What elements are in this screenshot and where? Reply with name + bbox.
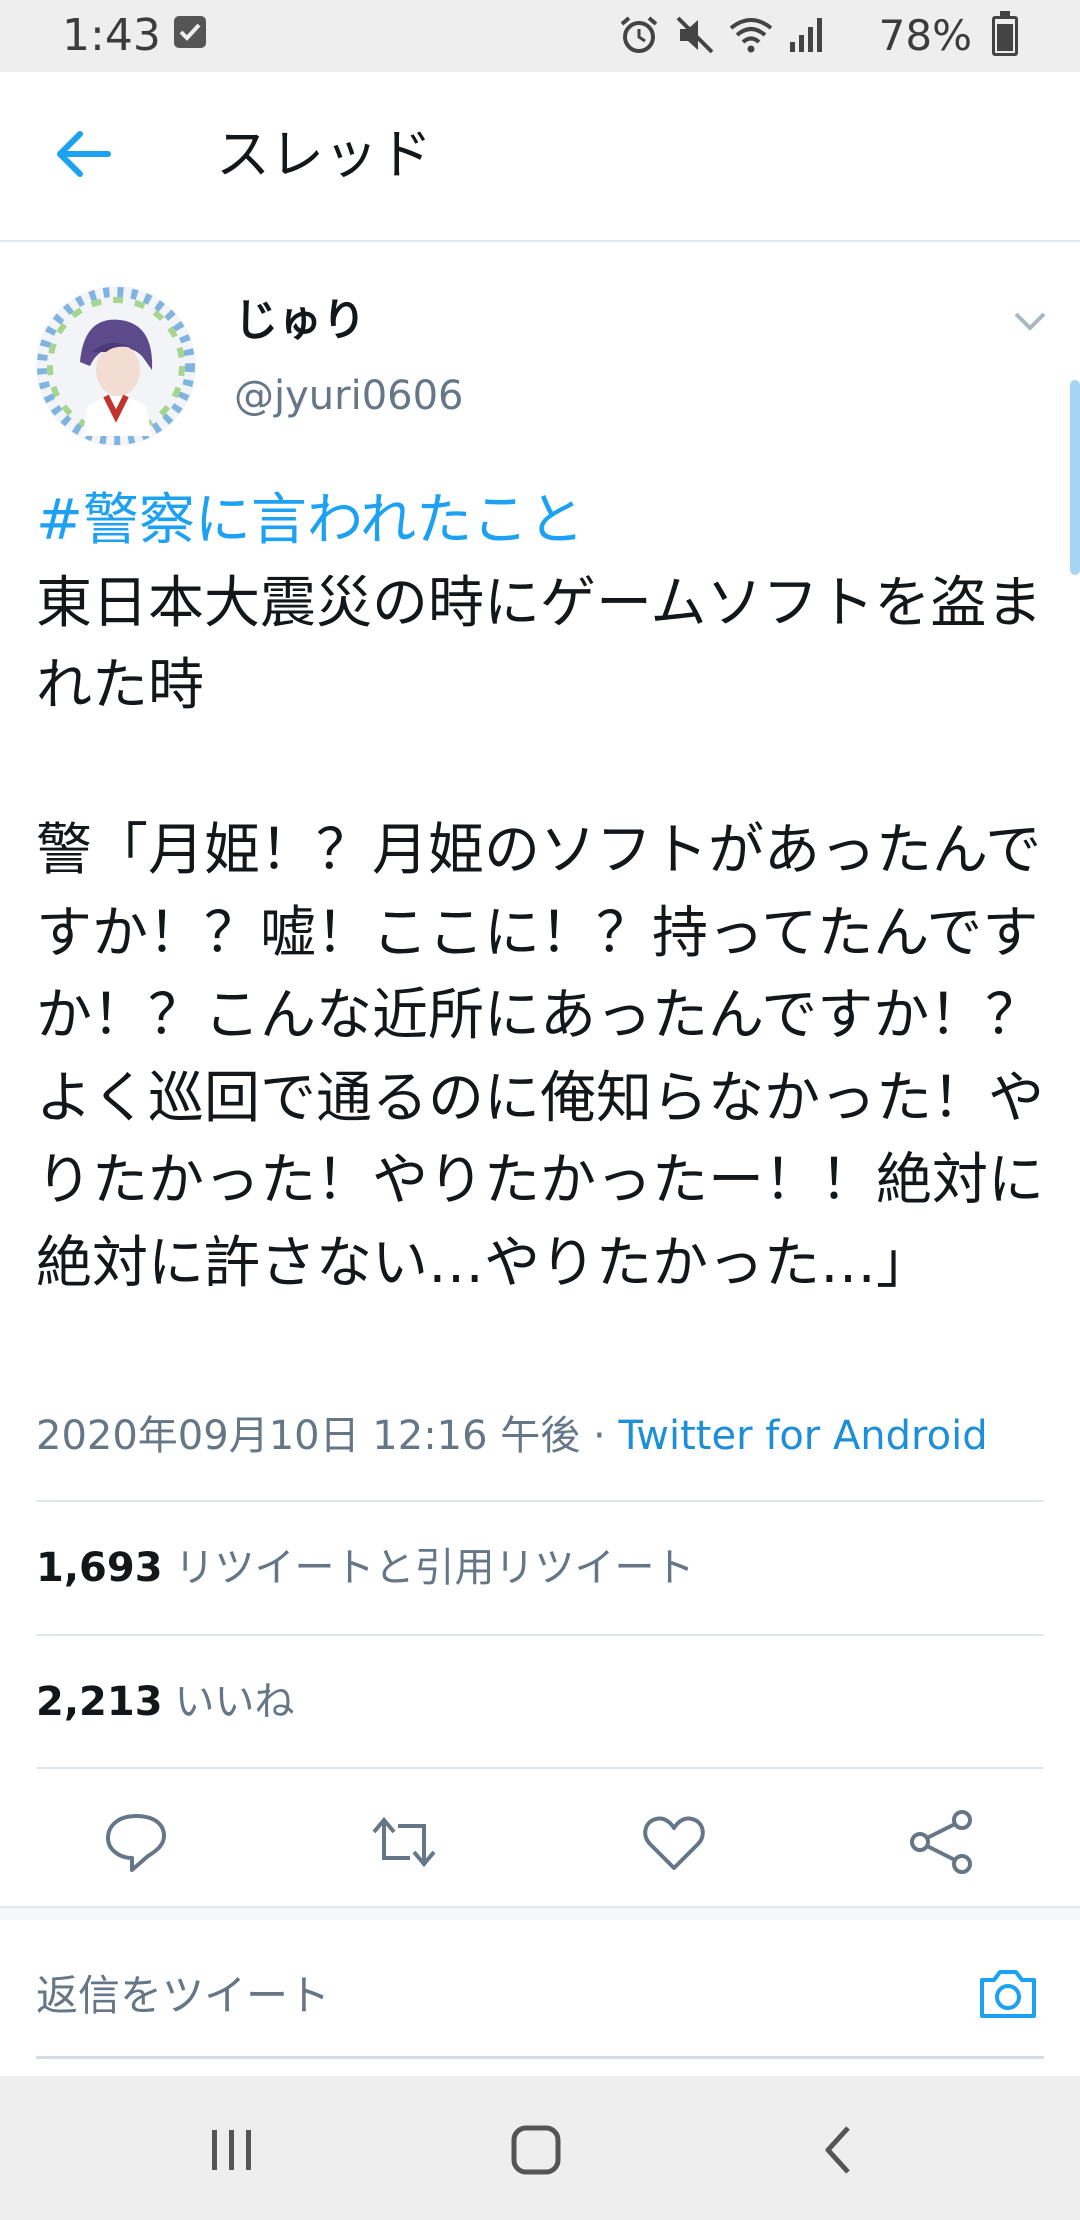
divider <box>36 1500 1044 1502</box>
tweet-text: #警察に言われたこと 東日本大震災の時にゲームソフトを盗まれた時 警「月姫！？月姫… <box>36 480 1056 1305</box>
reply-input[interactable]: 返信をツイート <box>36 1968 330 2024</box>
reply-composer[interactable]: 返信をツイート <box>36 1936 1044 2059</box>
scrollbar[interactable] <box>1070 380 1080 575</box>
meta-separator: · <box>580 1413 619 1459</box>
checkbox-notification-icon <box>174 16 206 48</box>
share-icon[interactable] <box>906 1806 978 1878</box>
divider <box>36 1634 1044 1636</box>
likes-stat[interactable]: 2,213 いいね <box>36 1672 295 1732</box>
retweets-stat[interactable]: 1,693 リツイートと引用リツイート <box>36 1538 695 1598</box>
avatar[interactable] <box>36 286 196 446</box>
mute-icon <box>672 12 718 58</box>
tweet-meta: 2020年09月10日 12:16 午後 · Twitter for Andro… <box>36 1406 988 1466</box>
battery-icon <box>992 11 1018 56</box>
alarm-icon <box>616 12 662 58</box>
section-separator <box>0 1906 1080 1920</box>
system-nav-bar <box>0 2076 1080 2220</box>
hashtag-link[interactable]: #警察に言われたこと <box>36 480 1056 563</box>
retweet-icon[interactable] <box>368 1806 440 1878</box>
camera-icon[interactable] <box>976 1962 1040 2026</box>
retweets-count: 1,693 <box>36 1545 163 1591</box>
back-nav-icon[interactable] <box>810 2120 870 2180</box>
tweet-timestamp: 2020年09月10日 12:16 午後 <box>36 1413 581 1459</box>
tweet-source-link[interactable]: Twitter for Android <box>618 1413 987 1459</box>
signal-icon <box>784 12 830 58</box>
status-bar: 1:43 78% <box>0 0 1080 72</box>
reply-icon[interactable] <box>100 1806 172 1878</box>
battery-percent: 78% <box>878 11 972 60</box>
likes-count: 2,213 <box>36 1679 163 1725</box>
likes-label: いいね <box>174 1679 295 1725</box>
tweet-body: 東日本大震災の時にゲームソフトを盗まれた時 警「月姫！？月姫のソフトがあったんで… <box>36 570 1044 1296</box>
retweets-label: リツイートと引用リツイート <box>174 1545 695 1591</box>
divider <box>36 1767 1044 1769</box>
user-handle[interactable]: @jyuri0606 <box>234 370 464 422</box>
display-name[interactable]: じゅり <box>234 292 366 350</box>
tweet-actions <box>0 1780 1080 1900</box>
app-bar: スレッド <box>0 72 1080 242</box>
recent-apps-icon[interactable] <box>202 2120 262 2180</box>
like-icon[interactable] <box>638 1806 710 1878</box>
page-title: スレッド <box>216 123 432 186</box>
arrow-left-icon[interactable] <box>52 122 116 186</box>
status-time: 1:43 <box>62 10 161 61</box>
wifi-icon <box>728 12 774 58</box>
chevron-down-icon[interactable] <box>1010 306 1050 336</box>
home-icon[interactable] <box>506 2120 566 2180</box>
